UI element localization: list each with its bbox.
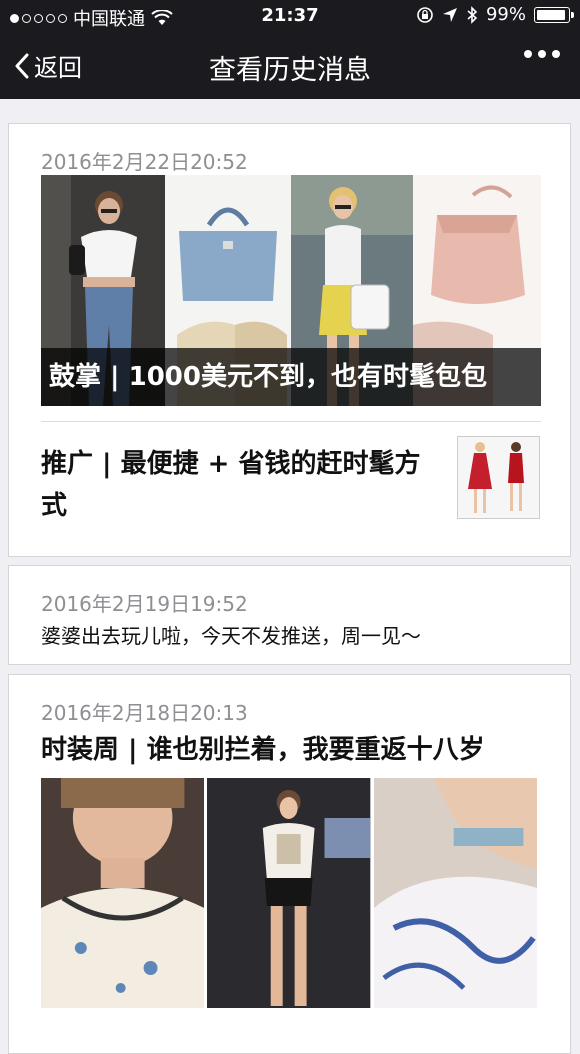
message-card: 2016年2月22日20:52 鼓掌 | 1000美元不到，也有时髦包包 推广 … xyxy=(8,123,571,557)
article-thumbnail[interactable] xyxy=(457,436,540,519)
message-card: 2016年2月18日20:13 时装周 | 谁也别拦着，我要重返十八岁 xyxy=(8,674,571,1054)
navigation-bar: 返回 查看历史消息 xyxy=(0,32,580,99)
battery-percent: 99% xyxy=(485,4,526,25)
article-title[interactable]: 时装周 | 谁也别拦着，我要重返十八岁 xyxy=(41,729,485,766)
divider xyxy=(41,421,541,422)
cover-caption: 鼓掌 | 1000美元不到，也有时髦包包 xyxy=(41,348,541,406)
message-date: 2016年2月18日20:13 xyxy=(41,701,248,725)
gallery-photo-choker xyxy=(373,778,537,1008)
message-date: 2016年2月19日19:52 xyxy=(41,592,248,616)
status-bar: 中国联通 21:37 99% xyxy=(0,0,580,32)
location-icon xyxy=(442,7,457,22)
thumbnail-image xyxy=(458,437,539,518)
more-options-icon[interactable] xyxy=(524,50,560,58)
rotation-lock-icon xyxy=(417,6,433,23)
article-cover[interactable]: 鼓掌 | 1000美元不到，也有时髦包包 xyxy=(41,175,541,406)
page-title: 查看历史消息 xyxy=(209,55,371,86)
message-card: 2016年2月19日19:52 婆婆出去玩儿啦，今天不发推送，周一见～ xyxy=(8,565,571,665)
bluetooth-icon xyxy=(467,5,478,24)
gallery-photo-collar-blouse xyxy=(41,778,205,1008)
text-message: 婆婆出去玩儿啦，今天不发推送，周一见～ xyxy=(41,624,421,648)
gallery-photo-runway xyxy=(207,778,371,1008)
article-gallery[interactable] xyxy=(41,778,537,1008)
battery-icon xyxy=(534,6,574,23)
message-date: 2016年2月22日20:52 xyxy=(41,150,248,174)
article-title[interactable]: 推广 | 最便捷 + 省钱的赶时髦方式 xyxy=(41,443,429,527)
